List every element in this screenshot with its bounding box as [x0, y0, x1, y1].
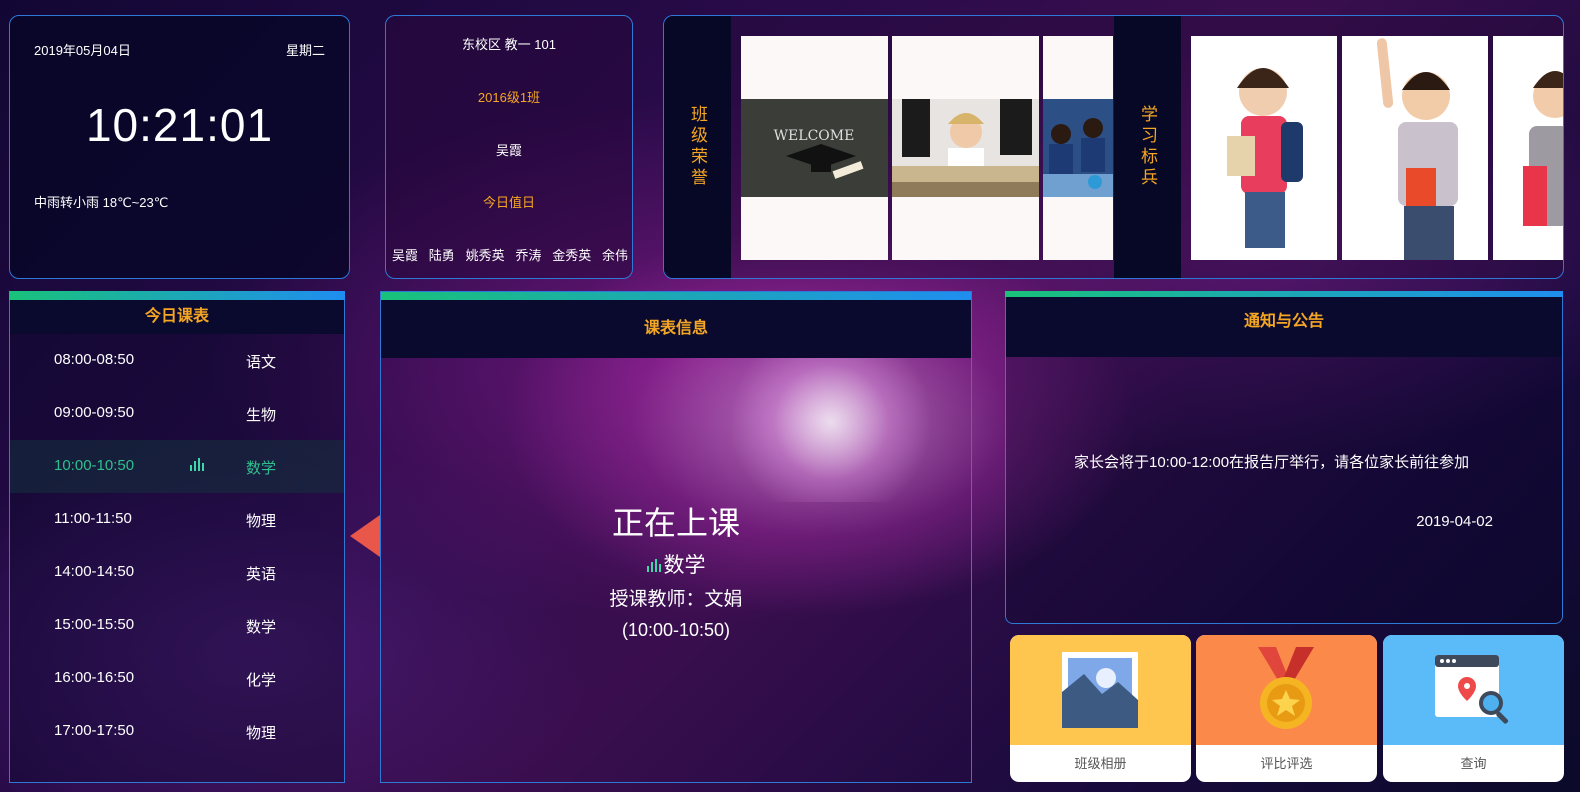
tile-background	[1010, 635, 1191, 745]
classroom-label: 东校区 教一 101	[462, 37, 556, 52]
schedule-time: 16:00-16:50	[54, 669, 135, 686]
schedule-subject: 生物	[246, 407, 277, 424]
duty-label: 今日值日	[482, 195, 535, 210]
evaluation-label: 评比评选	[1260, 756, 1313, 771]
notice-title: 通知与公告	[1006, 297, 1562, 357]
schedule-row[interactable]: 17:00-17:50 物理	[10, 705, 344, 758]
schedule-subject: 物理	[246, 513, 277, 530]
lesson-topbar	[381, 292, 971, 300]
notice-message[interactable]: 家长会将于10:00-12:00在报告厅举行，请各位家长前往参加	[1074, 452, 1496, 473]
duty-students: 吴霞 陆勇 姚秀英 乔涛 金秀英 余伟	[392, 245, 628, 264]
duty-student: 陆勇	[428, 248, 455, 263]
lesson-status: 正在上课	[611, 505, 740, 541]
class-honor-label: 班级荣誉	[664, 16, 731, 278]
schedule-row[interactable]: 14:00-14:50 英语	[10, 546, 344, 599]
honor-photo-study[interactable]	[892, 36, 1039, 260]
photo-album-icon	[1062, 652, 1138, 728]
equalizer-icon	[190, 458, 204, 471]
schedule-subject: 语文	[246, 354, 277, 371]
study-model-photo-girl[interactable]	[1191, 36, 1337, 260]
schedule-subject: 物理	[246, 725, 277, 742]
duty-student: 余伟	[601, 248, 628, 263]
schedule-subject: 数学	[246, 460, 277, 477]
schedule-row[interactable]: 08:00-08:50 语文	[10, 334, 344, 387]
schedule-row-current[interactable]: 10:00-10:50 数学	[10, 440, 344, 493]
current-lesson-arrow-icon	[350, 515, 380, 557]
evaluation-button[interactable]: 评比评选	[1196, 635, 1377, 782]
lesson-period: (10:00-10:50)	[621, 620, 731, 640]
duty-student: 吴霞	[392, 248, 419, 263]
schedule-row[interactable]: 16:00-16:50 化学	[10, 652, 344, 705]
schedule-row[interactable]: 11:00-11:50 物理	[10, 493, 344, 546]
lesson-title: 课表信息	[381, 300, 971, 358]
schedule-panel: 今日课表 08:00-08:50 语文 09:00-09:50 生物 10:00…	[9, 291, 345, 783]
schedule-subject: 数学	[246, 619, 277, 636]
lesson-info-panel: 课表信息 正在上课 数学 授课教师：文娟 (10:00-10:50)	[380, 291, 972, 783]
honor-photo-classroom[interactable]	[1043, 36, 1113, 260]
head-teacher: 吴霞	[495, 143, 522, 158]
current-date: 2019年05月04日	[34, 43, 131, 58]
schedule-row[interactable]: 15:00-15:50 数学	[10, 599, 344, 652]
tile-background	[1383, 635, 1564, 745]
background-glow	[711, 342, 951, 502]
schedule-title: 今日课表	[10, 300, 344, 334]
study-model-photo-girl-2[interactable]	[1493, 36, 1563, 260]
schedule-time: 10:00-10:50	[54, 457, 135, 474]
schedule-row[interactable]: 09:00-09:50 生物	[10, 387, 344, 440]
schedule-time: 08:00-08:50	[54, 351, 135, 368]
search-location-icon	[1435, 655, 1509, 724]
lesson-subject: 数学	[663, 554, 706, 577]
weather-text: 中雨转小雨 18℃~23℃	[34, 195, 169, 210]
class-album-label: 班级相册	[1074, 756, 1127, 771]
schedule-subject: 化学	[246, 672, 277, 689]
datetime-panel: 2019年05月04日 星期二 10:21:01 中雨转小雨 18℃~23℃	[9, 15, 350, 279]
schedule-time: 17:00-17:50	[54, 722, 135, 739]
duty-student: 乔涛	[515, 248, 542, 263]
class-album-button[interactable]: 班级相册	[1010, 635, 1191, 782]
schedule-time: 09:00-09:50	[54, 404, 135, 421]
lesson-teacher: 授课教师：文娟	[609, 589, 743, 610]
duty-student: 金秀英	[552, 248, 592, 263]
schedule-time: 11:00-11:50	[54, 510, 132, 527]
svg-text:WELCOME: WELCOME	[774, 128, 855, 144]
medal-icon	[1258, 647, 1314, 729]
search-button[interactable]: 查询	[1383, 635, 1564, 782]
notice-date: 2019-04-02	[1416, 513, 1493, 530]
lesson-subject-line: 数学	[381, 549, 971, 579]
honor-photo-welcome[interactable]: WELCOME	[741, 36, 888, 260]
schedule-topbar	[9, 291, 345, 300]
current-time: 10:21:01	[85, 99, 274, 151]
schedule-time: 14:00-14:50	[54, 563, 135, 580]
duty-student: 姚秀英	[465, 248, 505, 263]
class-name: 2016级1班	[477, 90, 541, 105]
tile-background	[1196, 635, 1377, 745]
notice-panel: 通知与公告 家长会将于10:00-12:00在报告厅举行，请各位家长前往参加 2…	[1005, 291, 1563, 624]
study-model-photo-boy[interactable]	[1342, 36, 1488, 260]
current-weekday: 星期二	[285, 43, 325, 58]
schedule-subject: 英语	[246, 566, 277, 583]
class-info-panel: 东校区 教一 101 2016级1班 吴霞 今日值日 吴霞 陆勇 姚秀英 乔涛 …	[385, 15, 633, 279]
study-model-label: 学习标兵	[1114, 16, 1181, 278]
equalizer-icon	[646, 559, 661, 572]
schedule-time: 15:00-15:50	[54, 616, 135, 633]
search-label: 查询	[1460, 756, 1487, 771]
honor-gallery: 班级荣誉 WELCOME 学习标兵	[663, 15, 1564, 279]
